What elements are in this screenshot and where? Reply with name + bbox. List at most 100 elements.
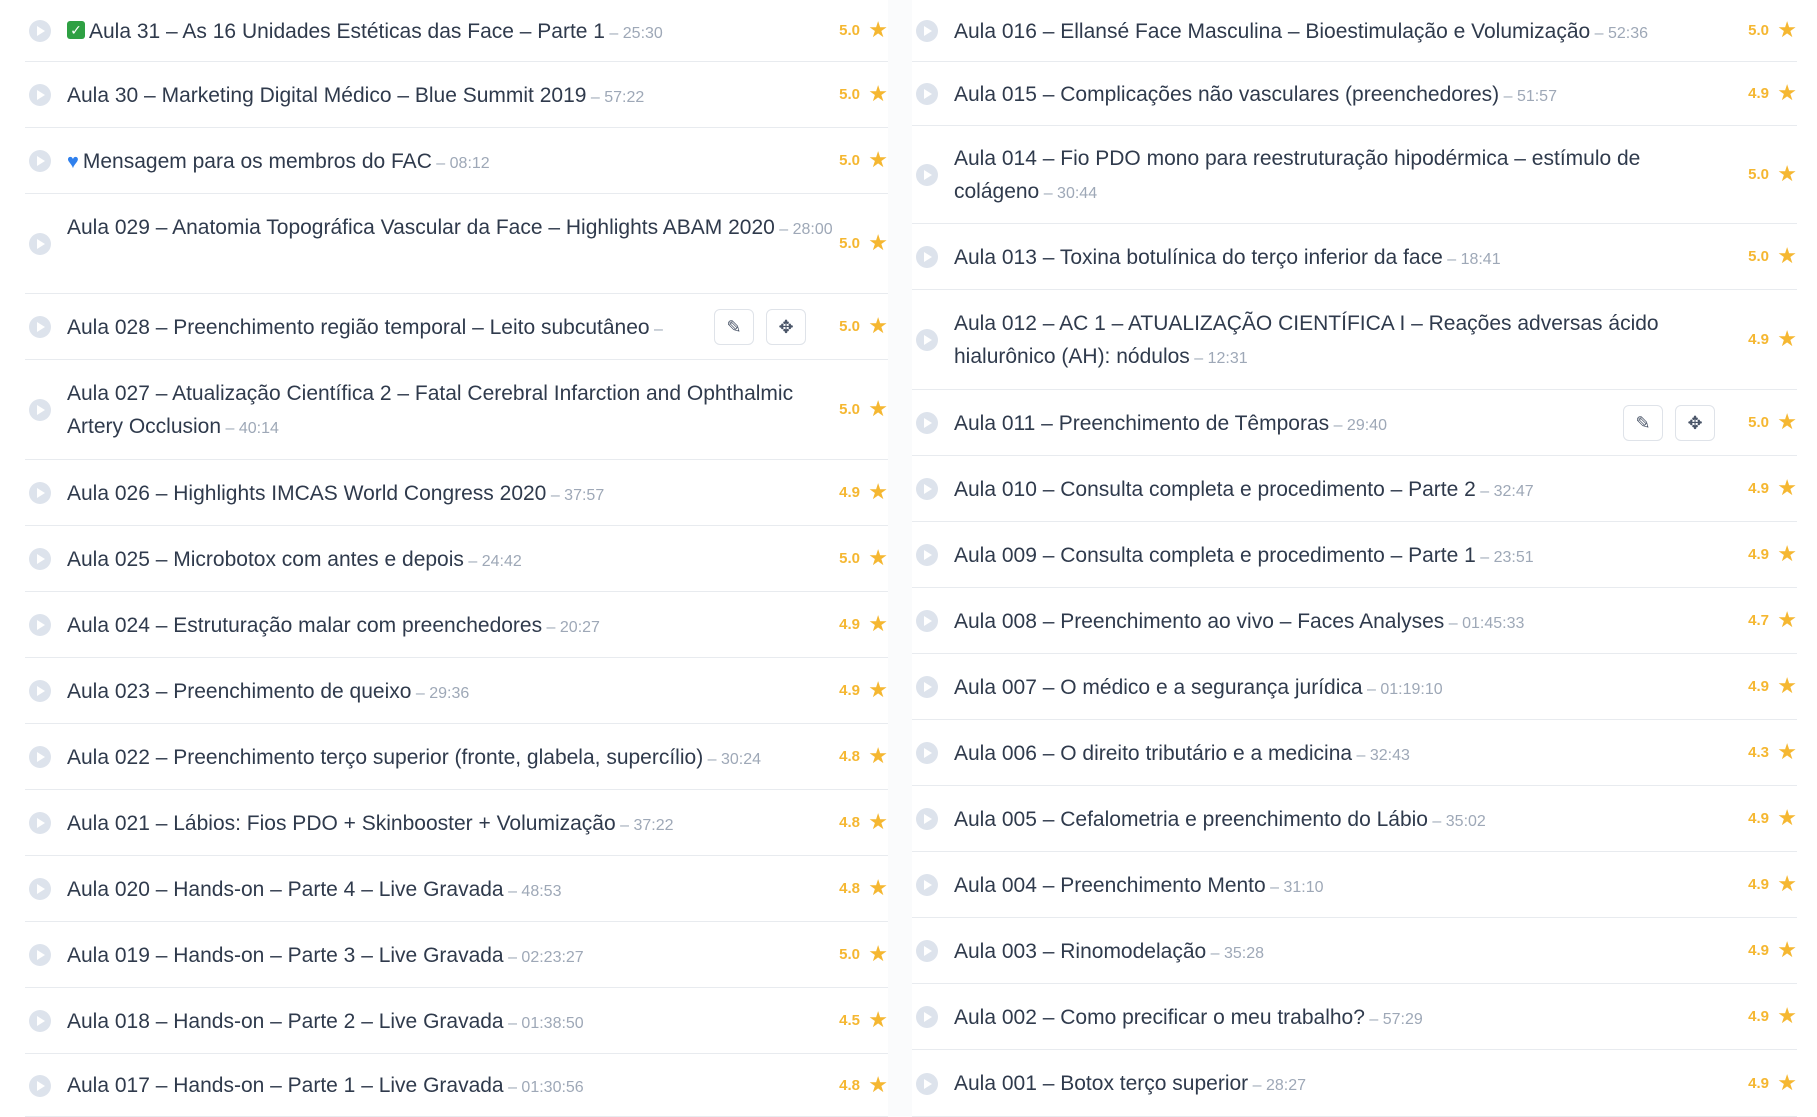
play-circle-icon[interactable] xyxy=(29,233,51,255)
edit-icon[interactable]: ✎ xyxy=(1623,405,1663,441)
lesson-row[interactable]: Aula 023 – Preenchimento de queixo – 29:… xyxy=(25,658,888,724)
lesson-title[interactable]: Aula 005 – Cefalometria e preenchimento … xyxy=(954,803,1719,838)
lesson-row[interactable]: Aula 008 – Preenchimento ao vivo – Faces… xyxy=(912,588,1797,654)
lesson-title[interactable]: Aula 004 – Preenchimento Mento – 31:10 xyxy=(954,869,1719,904)
lesson-row[interactable]: Aula 002 – Como precificar o meu trabalh… xyxy=(912,984,1797,1050)
lesson-row[interactable]: Aula 007 – O médico e a segurança jurídi… xyxy=(912,654,1797,720)
play-circle-icon[interactable] xyxy=(29,548,51,570)
play-circle-icon[interactable] xyxy=(916,544,938,566)
lesson-title[interactable]: Aula 028 – Preenchimento região temporal… xyxy=(67,311,702,346)
play-circle-icon[interactable] xyxy=(916,1072,938,1095)
play-circle-icon[interactable] xyxy=(916,1006,938,1028)
lesson-row[interactable]: Aula 001 – Botox terço superior – 28:27 4… xyxy=(912,1050,1797,1117)
move-icon[interactable]: ✥ xyxy=(1675,405,1715,441)
lesson-row[interactable]: Aula 016 – Ellansé Face Masculina – Bioe… xyxy=(912,0,1797,62)
lesson-title[interactable]: Aula 016 – Ellansé Face Masculina – Bioe… xyxy=(954,15,1719,50)
move-icon[interactable]: ✥ xyxy=(766,309,806,345)
lesson-row[interactable]: Aula 021 – Lábios: Fios PDO + Skinbooste… xyxy=(25,790,888,856)
edit-icon[interactable]: ✎ xyxy=(714,309,754,345)
lesson-title[interactable]: Aula 022 – Preenchimento terço superior … xyxy=(67,741,847,776)
lesson-row[interactable]: Aula 004 – Preenchimento Mento – 31:10 4.… xyxy=(912,852,1797,918)
lesson-row[interactable]: Aula 013 – Toxina botulínica do terço in… xyxy=(912,224,1797,290)
lesson-row[interactable]: Aula 003 – Rinomodelação – 35:28 4.9 ★ xyxy=(912,918,1797,984)
play-circle-icon[interactable] xyxy=(916,164,938,186)
lesson-title[interactable]: Aula 024 – Estruturação malar com preenc… xyxy=(67,609,847,644)
play-circle-icon[interactable] xyxy=(29,482,51,504)
lesson-row[interactable]: Aula 028 – Preenchimento região temporal… xyxy=(25,294,888,360)
lesson-title[interactable]: Aula 018 – Hands-on – Parte 2 – Live Gra… xyxy=(67,1005,847,1040)
play-circle-icon[interactable] xyxy=(916,83,938,105)
lesson-title[interactable]: Aula 013 – Toxina botulínica do terço in… xyxy=(954,241,1719,276)
play-circle-icon[interactable] xyxy=(916,742,938,764)
lesson-title[interactable]: Aula 001 – Botox terço superior – 28:27 xyxy=(954,1067,1719,1102)
lesson-row[interactable]: Aula 011 – Preenchimento de Têmporas – 2… xyxy=(912,390,1797,456)
play-circle-icon[interactable] xyxy=(29,150,51,172)
lesson-row[interactable]: Aula 006 – O direito tributário e a medi… xyxy=(912,720,1797,786)
lesson-title[interactable]: Aula 007 – O médico e a segurança jurídi… xyxy=(954,671,1719,706)
lesson-title[interactable]: Aula 027 – Atualização Científica 2 – Fa… xyxy=(67,377,847,445)
play-circle-icon[interactable] xyxy=(29,399,51,421)
lesson-title[interactable]: Aula 008 – Preenchimento ao vivo – Faces… xyxy=(954,605,1719,640)
play-circle-icon[interactable] xyxy=(916,329,938,351)
lesson-title[interactable]: Aula 019 – Hands-on – Parte 3 – Live Gra… xyxy=(67,939,847,974)
lesson-row[interactable]: Aula 026 – Highlights IMCAS World Congre… xyxy=(25,460,888,526)
lesson-title[interactable]: Aula 026 – Highlights IMCAS World Congre… xyxy=(67,477,847,512)
lesson-title[interactable]: ✓ Aula 31 – As 16 Unidades Estéticas das … xyxy=(67,15,847,50)
lesson-row[interactable]: Aula 005 – Cefalometria e preenchimento … xyxy=(912,786,1797,852)
lesson-title[interactable]: Aula 012 – AC 1 – ATUALIZAÇÃO CIENTÍFICA… xyxy=(954,307,1719,375)
play-circle-icon[interactable] xyxy=(916,246,938,268)
lesson-title[interactable]: Aula 002 – Como precificar o meu trabalh… xyxy=(954,1001,1719,1036)
play-circle-icon[interactable] xyxy=(29,812,51,834)
lesson-row[interactable]: Aula 014 – Fio PDO mono para reestrutura… xyxy=(912,126,1797,224)
lesson-title[interactable]: Aula 010 – Consulta completa e procedime… xyxy=(954,473,1719,508)
play-circle-icon[interactable] xyxy=(916,808,938,830)
lesson-title[interactable]: Aula 020 – Hands-on – Parte 4 – Live Gra… xyxy=(67,873,847,908)
lesson-title[interactable]: Aula 009 – Consulta completa e procedime… xyxy=(954,539,1719,574)
play-circle-icon[interactable] xyxy=(916,676,938,698)
play-circle-icon[interactable] xyxy=(29,614,51,636)
lesson-row[interactable]: Aula 015 – Complicações não vasculares (… xyxy=(912,62,1797,126)
lesson-title[interactable]: Aula 014 – Fio PDO mono para reestrutura… xyxy=(954,142,1719,210)
play-circle-icon[interactable] xyxy=(29,944,51,966)
lesson-title[interactable]: Aula 023 – Preenchimento de queixo – 29:… xyxy=(67,675,847,710)
lesson-title[interactable]: Aula 021 – Lábios: Fios PDO + Skinbooste… xyxy=(67,807,847,842)
play-circle-icon[interactable] xyxy=(29,878,51,900)
lesson-row[interactable]: Aula 029 – Anatomia Topográfica Vascular… xyxy=(25,194,888,294)
lesson-row[interactable]: Aula 020 – Hands-on – Parte 4 – Live Gra… xyxy=(25,856,888,922)
play-circle-icon[interactable] xyxy=(916,478,938,500)
lesson-row[interactable]: ✓ Aula 31 – As 16 Unidades Estéticas das … xyxy=(25,0,888,62)
play-circle-icon[interactable] xyxy=(29,680,51,702)
play-circle-icon[interactable] xyxy=(916,610,938,632)
play-circle-icon[interactable] xyxy=(916,940,938,962)
play-circle-icon[interactable] xyxy=(29,1074,51,1097)
lesson-title[interactable]: Aula 015 – Complicações não vasculares (… xyxy=(954,78,1719,113)
lesson-title[interactable]: Aula 003 – Rinomodelação – 35:28 xyxy=(954,935,1719,970)
lesson-row[interactable]: Aula 024 – Estruturação malar com preenc… xyxy=(25,592,888,658)
lesson-row[interactable]: ♥ Mensagem para os membros do FAC – 08:12… xyxy=(25,128,888,194)
play-circle-icon[interactable] xyxy=(916,412,938,434)
lesson-title[interactable]: Aula 017 – Hands-on – Parte 1 – Live Gra… xyxy=(67,1069,847,1104)
lesson-row[interactable]: Aula 019 – Hands-on – Parte 3 – Live Gra… xyxy=(25,922,888,988)
play-circle-icon[interactable] xyxy=(916,874,938,896)
lesson-row[interactable]: Aula 025 – Microbotox com antes e depois… xyxy=(25,526,888,592)
lesson-row[interactable]: Aula 018 – Hands-on – Parte 2 – Live Gra… xyxy=(25,988,888,1054)
lesson-row[interactable]: Aula 30 – Marketing Digital Médico – Blu… xyxy=(25,62,888,128)
lesson-title[interactable]: ♥ Mensagem para os membros do FAC – 08:12 xyxy=(67,145,847,180)
lesson-row[interactable]: Aula 009 – Consulta completa e procedime… xyxy=(912,522,1797,588)
lesson-row[interactable]: Aula 027 – Atualização Científica 2 – Fa… xyxy=(25,360,888,460)
lesson-row[interactable]: Aula 017 – Hands-on – Parte 1 – Live Gra… xyxy=(25,1054,888,1117)
play-circle-icon[interactable] xyxy=(29,746,51,768)
play-circle-icon[interactable] xyxy=(916,20,938,42)
lesson-title[interactable]: Aula 30 – Marketing Digital Médico – Blu… xyxy=(67,79,847,114)
lesson-title[interactable]: Aula 029 – Anatomia Topográfica Vascular… xyxy=(67,211,847,246)
lesson-row[interactable]: Aula 010 – Consulta completa e procedime… xyxy=(912,456,1797,522)
lesson-row[interactable]: Aula 012 – AC 1 – ATUALIZAÇÃO CIENTÍFICA… xyxy=(912,290,1797,390)
play-circle-icon[interactable] xyxy=(29,1010,51,1032)
lesson-title[interactable]: Aula 025 – Microbotox com antes e depois… xyxy=(67,543,847,578)
play-circle-icon[interactable] xyxy=(29,20,51,42)
lesson-title[interactable]: Aula 006 – O direito tributário e a medi… xyxy=(954,737,1719,772)
play-circle-icon[interactable] xyxy=(29,316,51,338)
play-circle-icon[interactable] xyxy=(29,84,51,106)
lesson-title[interactable]: Aula 011 – Preenchimento de Têmporas – 2… xyxy=(954,407,1574,442)
lesson-row[interactable]: Aula 022 – Preenchimento terço superior … xyxy=(25,724,888,790)
